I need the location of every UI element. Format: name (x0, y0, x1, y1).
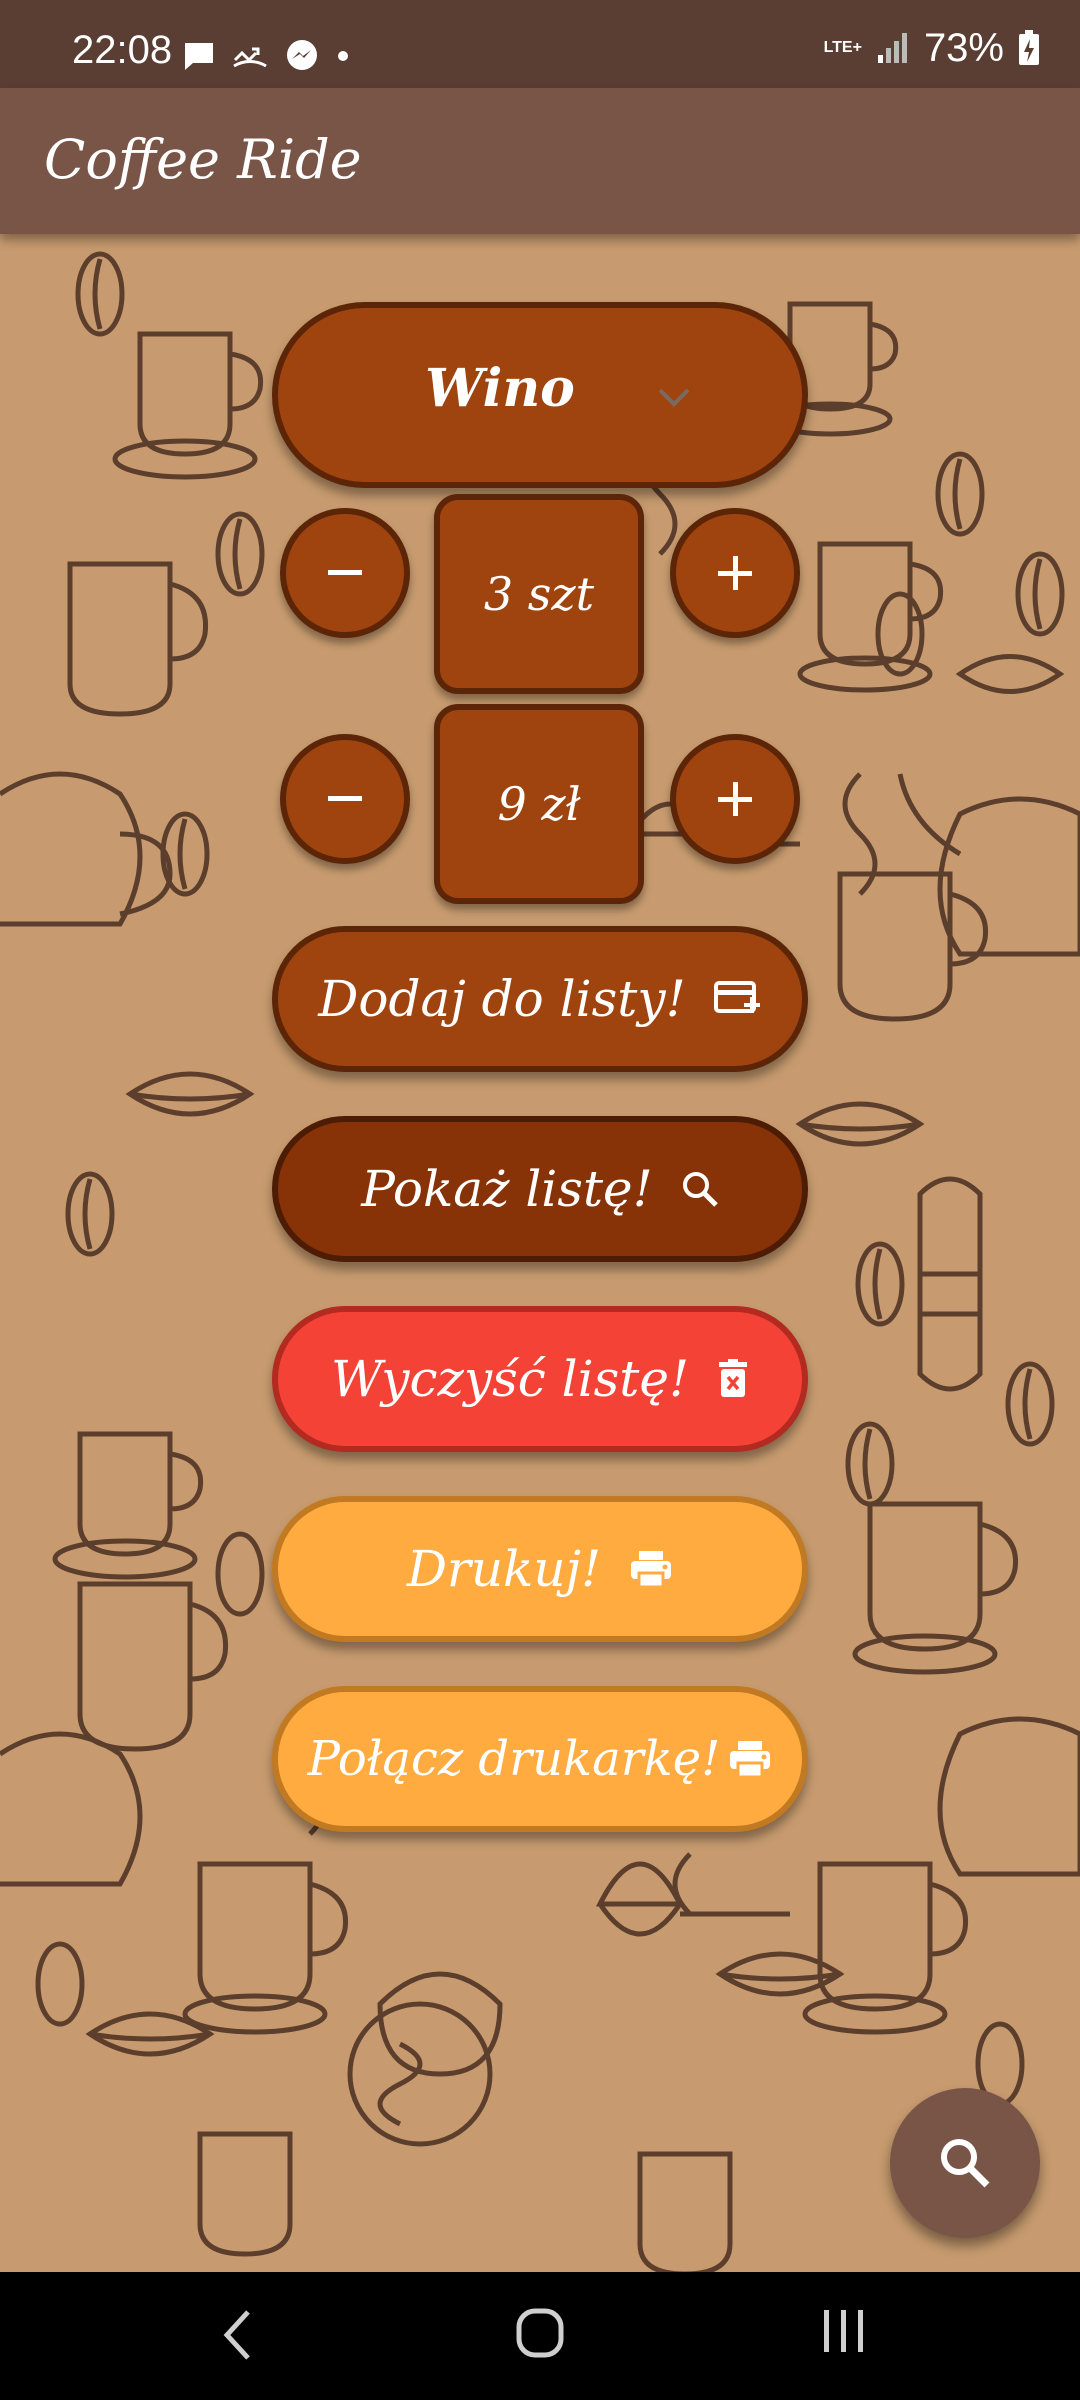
print-label: Drukuj! (406, 1540, 602, 1598)
recents-icon[interactable] (822, 2308, 866, 2354)
chevron-down-icon (658, 388, 690, 407)
notification-icons (182, 38, 350, 74)
product-dropdown[interactable]: Wino (272, 302, 808, 488)
plus-icon (718, 782, 752, 816)
missed-call-icon (233, 47, 267, 68)
search-icon (941, 2139, 990, 2188)
connect-printer-button[interactable]: Połącz drukarkę! (272, 1686, 808, 1832)
price-decrease-button[interactable] (280, 734, 410, 864)
connect-printer-label: Połącz drukarkę! (307, 1731, 721, 1787)
quantity-increase-button[interactable] (670, 508, 800, 638)
lte-icon: LTE+ (823, 39, 862, 56)
clear-list-button[interactable]: Wyczyść listę! (272, 1306, 808, 1452)
plus-icon (718, 556, 752, 590)
battery-charging-icon (1019, 30, 1039, 65)
app-bar: Coffee Ride (0, 88, 1080, 234)
system-nav-bar (0, 2272, 1080, 2400)
minus-icon (328, 570, 362, 575)
coffee-pattern-background: Wino 3 szt 9 zł Dodaj do listy! Pokaż li… (0, 234, 1080, 2272)
add-card-icon (713, 981, 760, 1013)
price-increase-button[interactable] (670, 734, 800, 864)
clear-list-label: Wyczyść listę! (330, 1350, 690, 1408)
signal-icon (877, 33, 907, 63)
search-fab[interactable] (890, 2088, 1040, 2238)
minus-icon (328, 796, 362, 801)
home-icon[interactable] (516, 2308, 564, 2358)
show-list-button[interactable]: Pokaż listę! (272, 1116, 808, 1262)
system-icons: LTE+ 73% (824, 28, 1040, 68)
status-bar: 22:08 LTE+ 73% (0, 0, 1080, 88)
messenger-icon (287, 40, 317, 70)
dot-icon (338, 51, 348, 61)
delete-icon (719, 1359, 748, 1397)
status-time: 22:08 (72, 28, 173, 72)
show-list-label: Pokaż listę! (361, 1160, 653, 1218)
search-icon (682, 1172, 718, 1207)
back-icon[interactable] (222, 2308, 252, 2362)
print-button[interactable]: Drukuj! (272, 1496, 808, 1642)
add-to-list-button[interactable]: Dodaj do listy! (272, 926, 808, 1072)
print-icon (631, 1551, 672, 1589)
app-title: Coffee Ride (44, 128, 362, 191)
quantity-value: 3 szt (483, 567, 595, 621)
price-display: 9 zł (434, 704, 644, 904)
price-value: 9 zł (497, 777, 581, 831)
add-to-list-label: Dodaj do listy! (318, 970, 686, 1028)
battery-percent: 73% (923, 26, 1004, 70)
print-icon (730, 1741, 771, 1779)
quantity-decrease-button[interactable] (280, 508, 410, 638)
chat-icon (185, 43, 213, 70)
quantity-display: 3 szt (434, 494, 644, 694)
